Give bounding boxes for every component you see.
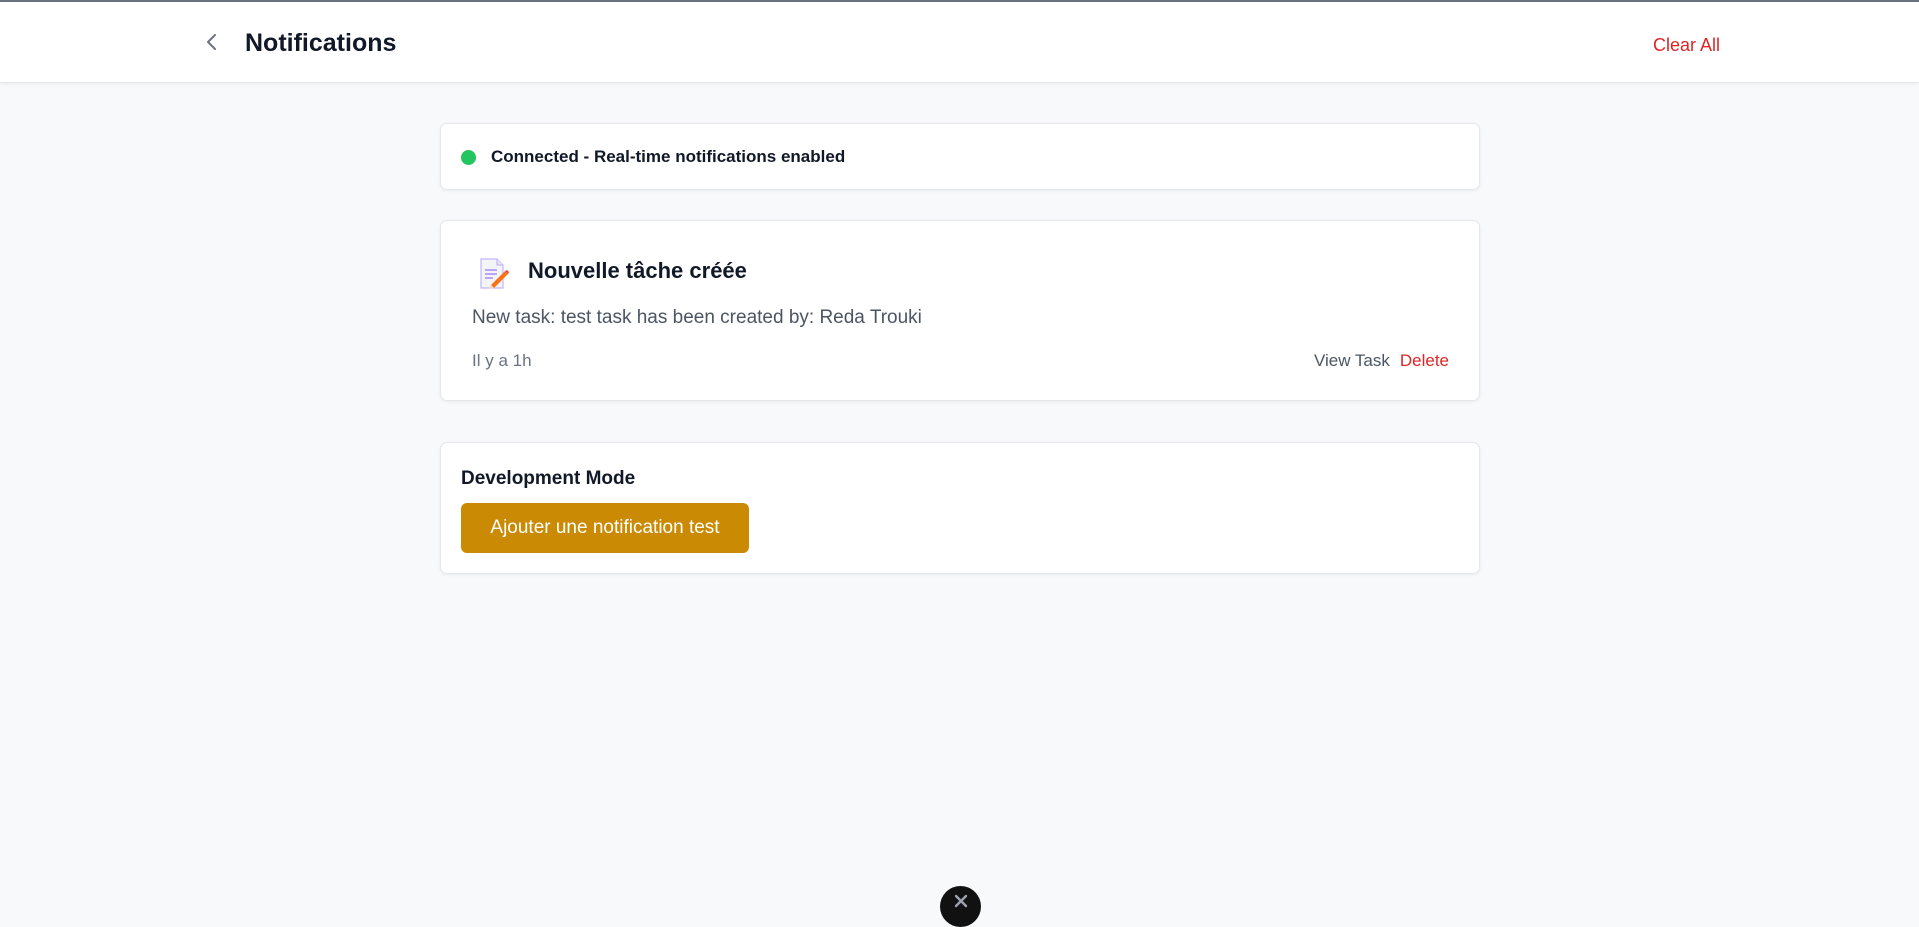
status-text: Connected - Real-time notifications enab… xyxy=(491,147,846,166)
notification-time: Il y a 1h xyxy=(472,351,532,370)
status-indicator xyxy=(461,150,476,165)
delete-button[interactable]: Delete xyxy=(1400,351,1449,371)
close-icon xyxy=(954,894,967,908)
development-mode-title: Development Mode xyxy=(461,468,636,489)
page-title: Notifications xyxy=(245,29,397,57)
chevron-left-icon xyxy=(207,34,216,50)
floating-badge[interactable] xyxy=(940,886,981,927)
notification-card: Nouvelle tâche créée New task: test task… xyxy=(440,220,1480,401)
clear-all-button[interactable]: Clear All xyxy=(1653,35,1720,56)
notification-message: New task: test task has been created by:… xyxy=(472,307,922,328)
development-mode-card: Development Mode Ajouter une notificatio… xyxy=(440,442,1480,574)
connection-status-card: Connected - Real-time notifications enab… xyxy=(440,123,1480,190)
memo-icon xyxy=(477,257,509,291)
page-header: Notifications Clear All xyxy=(0,2,1919,83)
view-task-button[interactable]: View Task xyxy=(1314,351,1390,371)
notification-actions: View Task Delete xyxy=(1314,351,1449,371)
back-button[interactable] xyxy=(198,28,226,56)
notification-title: Nouvelle tâche créée xyxy=(528,258,747,283)
add-test-notification-button[interactable]: Ajouter une notification test xyxy=(461,503,749,553)
